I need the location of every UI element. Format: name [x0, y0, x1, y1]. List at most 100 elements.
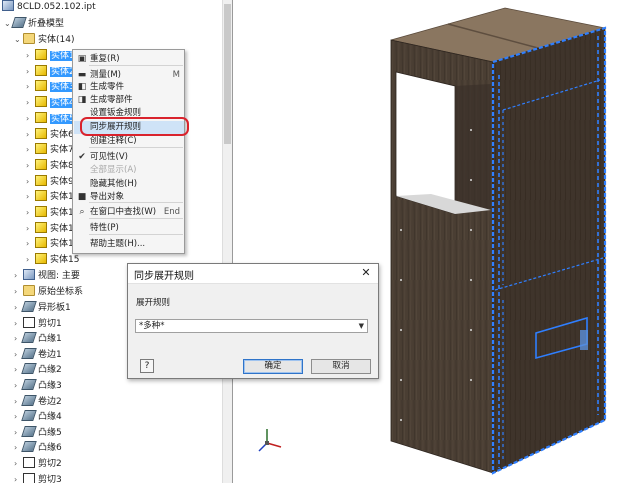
context-menu-item[interactable]: ✔ 可见性(V) [74, 151, 184, 164]
feature-item[interactable]: › 异形板1 [14, 300, 71, 315]
cancel-button[interactable]: 取消 [311, 359, 371, 374]
context-menu-item[interactable]: ◨ 生成零部件 [74, 94, 184, 107]
flange-feature-icon [21, 301, 37, 312]
solid-body-item[interactable]: › 实体1 [26, 48, 76, 63]
front-opening [395, 71, 456, 215]
feature-label: 凸缘4 [38, 412, 62, 423]
feature-label: 卷边1 [38, 349, 62, 360]
solid-body-label: 实体6 [50, 129, 74, 140]
feature-label: 凸缘2 [38, 365, 62, 376]
sync-unfold-rules-dialog: 同步展开规则 ✕ 展开规则 *多种* ▼ ? 确定 取消 [127, 263, 379, 379]
context-menu: ▣ 重复(R) ▬ 测量(M) M ◧ 生成零件 ◨ 生成零部件 设置钣金规则 同步展开规则 创建注释… [72, 49, 185, 254]
expand-toggle-icon[interactable]: › [14, 472, 23, 483]
feature-item[interactable]: › 凸缘3 [14, 378, 62, 393]
unfold-rule-select[interactable]: *多种* ▼ [135, 319, 368, 333]
menu-item-label: 重复(R) [90, 54, 120, 64]
solid-body-item[interactable]: › 实体7 [26, 142, 74, 157]
menu-item-label: 特性(P) [90, 223, 119, 233]
flange-feature-icon [21, 425, 37, 437]
chevron-down-icon[interactable]: ▼ [359, 320, 364, 332]
solid-body-icon [35, 206, 47, 217]
expand-toggle-icon[interactable]: › [26, 205, 35, 220]
flange-feature-icon [21, 379, 37, 390]
ok-button[interactable]: 确定 [243, 359, 303, 374]
feature-item[interactable]: › 卷边1 [14, 347, 62, 362]
solid-body-item[interactable]: › 实体9 [26, 174, 74, 189]
expand-toggle-icon[interactable]: › [26, 252, 35, 267]
expand-toggle-icon[interactable]: › [14, 456, 23, 471]
solid-body-icon [35, 143, 47, 155]
graphics-viewport[interactable] [233, 0, 640, 483]
solid-body-label: 实体8 [50, 160, 74, 171]
solid-body-item[interactable]: › 实体4 [26, 95, 76, 110]
context-menu-item[interactable]: ⌕ 在窗口中查找(W) End [74, 206, 184, 219]
menu-item-label: 测量(M) [90, 70, 121, 80]
feature-item[interactable]: › 凸缘5 [14, 425, 62, 440]
close-icon[interactable]: ✕ [359, 266, 373, 280]
view-node[interactable]: › 视图: 主要 [14, 268, 80, 283]
expand-toggle-icon[interactable]: › [26, 221, 35, 236]
collapse-toggle-icon[interactable]: ⌄ [14, 32, 23, 47]
solid-body-item[interactable]: › 实体5 [26, 111, 76, 126]
flange-feature-icon [21, 394, 37, 406]
solid-body-item[interactable]: › 实体2 [26, 64, 76, 79]
origin-node[interactable]: › 原始坐标系 [14, 284, 83, 299]
feature-item[interactable]: › 凸缘1 [14, 331, 62, 346]
context-menu-item[interactable]: 帮助主题(H)... [74, 238, 184, 251]
feature-item[interactable]: › 凸缘6 [14, 440, 62, 455]
expand-toggle-icon[interactable]: › [26, 158, 35, 173]
solid-body-icon [35, 237, 47, 249]
help-button[interactable]: ? [140, 359, 154, 373]
folded-model-icon [11, 17, 27, 28]
expand-toggle-icon[interactable]: › [14, 284, 23, 299]
feature-item[interactable]: › 剪切3 [14, 472, 62, 483]
expand-toggle-icon[interactable]: › [14, 316, 23, 331]
context-menu-item[interactable]: ◧ 生成零件 [74, 81, 184, 94]
context-menu-item[interactable]: 隐藏其他(H) [74, 178, 184, 191]
solid-body-item[interactable]: › 实体15 [26, 252, 79, 267]
feature-item[interactable]: › 凸缘4 [14, 409, 62, 424]
tree-scrollbar-thumb[interactable] [224, 4, 231, 144]
unfold-rule-value: *多种* [139, 321, 165, 331]
context-menu-item[interactable]: 特性(P) [74, 222, 184, 235]
expand-toggle-icon[interactable]: › [26, 189, 35, 204]
expand-toggle-icon[interactable]: › [26, 236, 35, 251]
context-menu-item[interactable]: ▣ 重复(R) [74, 53, 184, 66]
solid-body-item[interactable]: › 实体3 [26, 79, 76, 94]
feature-item[interactable]: › 卷边2 [14, 394, 62, 409]
feature-label: 卷边2 [38, 396, 62, 407]
expand-toggle-icon[interactable]: › [26, 79, 35, 94]
solid-body-icon [35, 253, 47, 265]
file-node[interactable]: 8CLD.052.102.ipt [2, 0, 96, 15]
feature-item[interactable]: › 剪切1 [14, 316, 62, 331]
solid-body-item[interactable]: › 实体8 [26, 158, 74, 173]
tree-scrollbar[interactable] [222, 0, 232, 483]
cabinet-model[interactable] [233, 0, 640, 483]
solids-node[interactable]: ⌄ 实体(14) [14, 32, 74, 47]
folded-model-node[interactable]: ⌄ 折叠模型 [4, 16, 64, 31]
context-menu-item: 全部显示(A) [74, 164, 184, 177]
solid-body-item[interactable]: › 实体6 [26, 127, 74, 142]
expand-toggle-icon[interactable]: › [26, 95, 35, 110]
solid-body-icon [35, 111, 47, 123]
solid-body-label: 实体15 [50, 255, 80, 266]
expand-toggle-icon[interactable]: › [26, 142, 35, 157]
feature-label: 凸缘5 [38, 427, 62, 438]
check-icon: ✔ [78, 152, 86, 162]
expand-toggle-icon[interactable]: › [26, 127, 35, 142]
expand-toggle-icon[interactable]: › [26, 174, 35, 189]
feature-item[interactable]: › 剪切2 [14, 456, 62, 471]
context-menu-item[interactable]: 创建注释(C) [74, 135, 184, 148]
feature-label: 异形板1 [38, 303, 71, 313]
dialog-title-bar[interactable]: 同步展开规则 ✕ [128, 264, 378, 284]
expand-toggle-icon[interactable]: › [26, 48, 35, 63]
part-file-icon [2, 0, 14, 11]
cabinet-side[interactable] [492, 27, 606, 474]
feature-item[interactable]: › 凸缘2 [14, 362, 62, 377]
expand-toggle-icon[interactable]: › [26, 111, 35, 126]
find-icon: ⌕ [79, 207, 85, 217]
expand-toggle-icon[interactable]: › [14, 268, 23, 283]
solid-body-label: 实体9 [50, 176, 74, 187]
expand-toggle-icon[interactable]: › [26, 64, 35, 79]
context-menu-item[interactable]: ■ 导出对象 [74, 191, 184, 204]
